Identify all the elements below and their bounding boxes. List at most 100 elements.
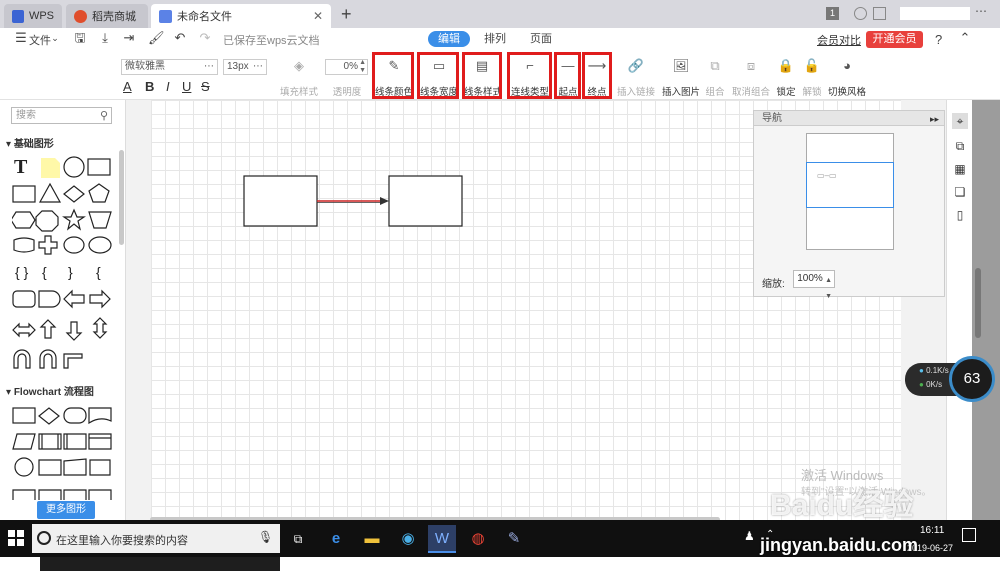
switch-style-button[interactable]: ◕ 切换风格 [828, 58, 866, 98]
open-vip-button[interactable]: 开通会员 [866, 31, 923, 48]
paper-tape-shape[interactable] [89, 459, 111, 476]
member-compare-link[interactable]: 会员对比 [817, 32, 861, 48]
windows-start-icon[interactable] [8, 530, 24, 546]
ellipse-shape[interactable] [88, 236, 112, 254]
internal-storage-shape[interactable] [63, 433, 87, 450]
notification-icon[interactable] [962, 528, 976, 542]
shirt-icon[interactable] [873, 7, 886, 20]
font-family-select[interactable]: 微软雅黑 ⋯ [121, 59, 218, 75]
more-flow-shape[interactable] [38, 489, 62, 500]
lock-button[interactable]: 🔒 锁定 [775, 58, 797, 98]
rectangle-node-left[interactable] [243, 175, 318, 227]
help-icon[interactable]: ? [935, 32, 942, 47]
pages-icon[interactable]: ❏ [952, 184, 968, 200]
redo-icon[interactable]: ↷ [198, 31, 212, 45]
rectangle-node-right[interactable] [388, 175, 463, 227]
chevron-up-icon[interactable]: ⌃ [958, 31, 972, 45]
user-name-redacted[interactable] [900, 7, 970, 20]
microphone-icon[interactable]: 🎙 [258, 530, 273, 544]
left-brace-shape[interactable]: { [42, 264, 47, 280]
data-shape[interactable] [12, 433, 36, 450]
down-arrow-shape[interactable] [65, 321, 83, 341]
tab-page[interactable]: 页面 [520, 31, 562, 47]
cross-shape[interactable] [38, 235, 58, 255]
decision-shape[interactable] [38, 407, 60, 425]
right-brace-shape[interactable]: } [68, 264, 73, 280]
insert-link-button[interactable]: 🔗 插入链接 [617, 58, 655, 98]
underline-button[interactable]: U [182, 79, 191, 94]
trapezoid-shape[interactable] [88, 211, 112, 229]
triangle-shape[interactable] [38, 182, 62, 203]
corner-shape[interactable] [63, 353, 83, 369]
hexagon-shape[interactable] [12, 211, 36, 229]
tab-edit[interactable]: 编辑 [428, 31, 470, 47]
save-icon[interactable]: 🖫 [73, 31, 87, 45]
sogou-browser-icon[interactable]: ◉ [394, 525, 422, 553]
left-panel-scrollbar[interactable] [119, 150, 124, 245]
zoom-input[interactable]: 100% ▲ ▼ [793, 270, 835, 300]
new-tab-icon[interactable]: + [341, 4, 352, 25]
format-painter-icon[interactable]: 🖌 [148, 31, 165, 45]
group-button[interactable]: ⧉ 组合 [704, 58, 726, 98]
tape-shape[interactable] [13, 237, 35, 253]
calendar-icon[interactable]: ▦ [952, 161, 968, 177]
download-icon[interactable]: ⤓ [98, 31, 112, 45]
task-view-icon[interactable]: ⧉ [284, 525, 312, 553]
curly-brace-shape[interactable]: { [96, 264, 101, 280]
strikethrough-button[interactable]: S [201, 79, 210, 94]
brace-shape[interactable]: { } [15, 264, 29, 280]
more-flow-shape[interactable] [63, 489, 87, 500]
fill-style-button[interactable]: ◈ 填充样式 [280, 58, 318, 98]
skin-icon[interactable] [854, 7, 867, 20]
basic-shapes-grid[interactable]: T { } { } { [12, 154, 112, 370]
chevron-down-icon[interactable]: ⌄ [48, 31, 62, 45]
wps-taskbar-icon[interactable]: W [428, 525, 456, 553]
page-icon[interactable]: ▯ [952, 207, 968, 223]
unlock-button[interactable]: 🔓 解锁 [801, 58, 823, 98]
italic-button[interactable]: I [166, 79, 170, 94]
more-options-icon[interactable]: ⋯ [975, 4, 987, 18]
delay-shape[interactable] [38, 290, 61, 308]
more-flow-shape[interactable] [88, 489, 112, 500]
right-arrow-shape[interactable] [89, 289, 111, 309]
tab-arrange[interactable]: 排列 [474, 31, 516, 47]
file-explorer-icon[interactable]: ▬ [358, 525, 386, 553]
predefined-process-shape[interactable] [38, 433, 62, 450]
pentagon-shape[interactable] [88, 183, 110, 203]
export-icon[interactable]: ⇥ [122, 31, 136, 45]
paint-icon[interactable]: ✎ [500, 525, 528, 553]
left-arrow-shape[interactable] [63, 289, 85, 309]
section-basic-shapes[interactable]: ▾ 基础图形 [6, 135, 54, 150]
rectangle-shape[interactable] [12, 185, 36, 203]
tab-wps[interactable]: WPS [4, 4, 62, 28]
octagon-shape[interactable] [35, 210, 59, 232]
diamond-shape[interactable] [63, 185, 85, 203]
right-scrollbar[interactable] [975, 268, 981, 338]
rounded-rect-shape[interactable] [12, 290, 36, 308]
u-turn-arrow-shape[interactable] [39, 349, 57, 369]
insert-image-button[interactable]: 🖼 插入图片 [662, 58, 700, 98]
circle-shape[interactable] [63, 156, 85, 178]
double-arrow-shape[interactable] [12, 322, 36, 338]
tab-count-badge[interactable]: 1 [826, 7, 839, 20]
person-icon[interactable]: ♟ [744, 529, 755, 543]
process-shape[interactable] [12, 407, 36, 424]
cloud-shape[interactable] [63, 236, 85, 254]
text-shape[interactable]: T [14, 156, 28, 178]
card-shape[interactable] [38, 459, 62, 476]
taskbar-search-box[interactable]: 在这里输入你要搜索的内容 🎙 [32, 524, 280, 553]
edge-icon[interactable]: e [322, 525, 350, 553]
ungroup-button[interactable]: ⧈ 取消组合 [731, 58, 771, 98]
manual-input-shape[interactable] [63, 458, 87, 476]
double-chevron-right-icon[interactable]: ▸▸ [930, 112, 939, 127]
memory-gauge[interactable]: 63 [949, 356, 995, 402]
more-flow-shape[interactable] [12, 489, 36, 500]
u-turn-shape[interactable] [13, 349, 31, 369]
up-arrow-shape[interactable] [39, 319, 57, 339]
font-color-button[interactable]: A [123, 79, 132, 94]
shape-search-input[interactable]: 搜索 ⚲ [11, 107, 112, 124]
spinner-icon[interactable]: ▲ ▼ [825, 273, 832, 305]
hamburger-icon[interactable]: ☰ [14, 31, 28, 45]
vertical-double-arrow-shape[interactable] [92, 317, 108, 339]
more-shapes-button[interactable]: 更多图形 [37, 501, 95, 519]
